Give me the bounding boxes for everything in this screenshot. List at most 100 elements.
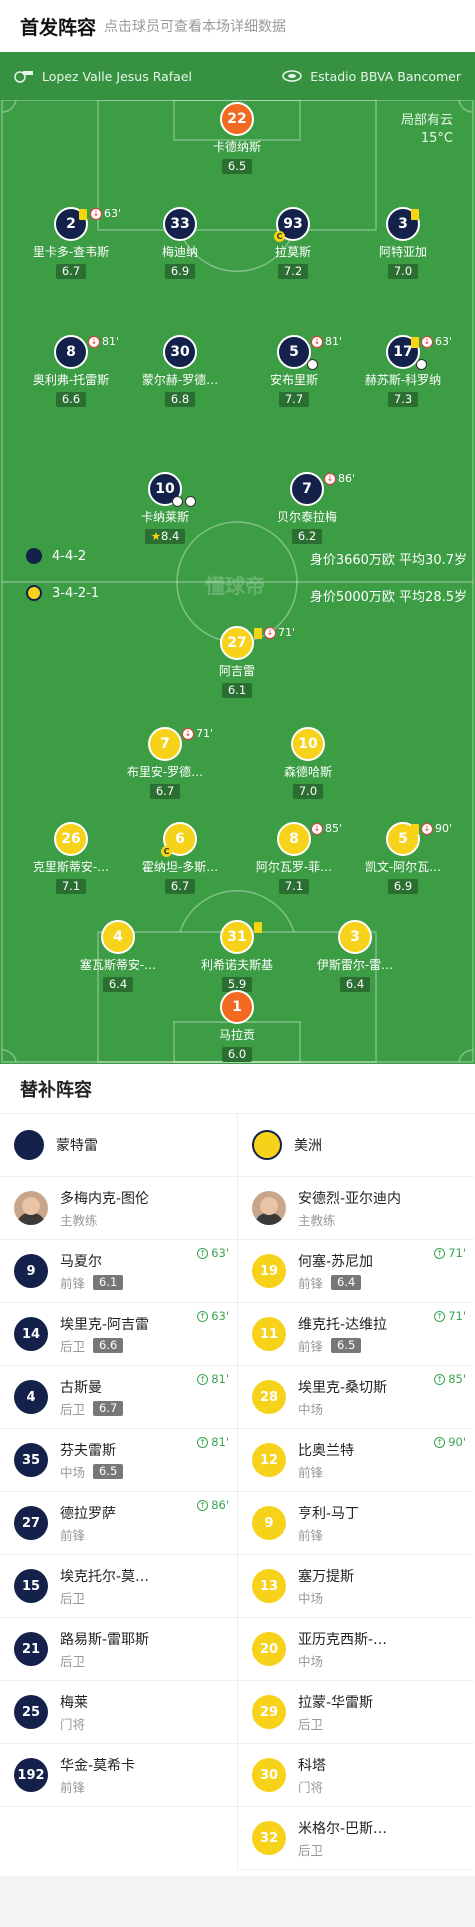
- sub-player-row[interactable]: 14 埃里克-阿吉雷 后卫 6.6 ↑ 63': [0, 1303, 237, 1366]
- away-team-row[interactable]: 美洲: [238, 1114, 474, 1177]
- sub-in-icon: ↑: [434, 1247, 446, 1259]
- lineup-subtitle: 点击球员可查看本场详细数据: [104, 19, 287, 35]
- away-player-4[interactable]: 4 塞瓦斯蒂安-… 6.4: [63, 920, 173, 992]
- player-number: 22: [220, 102, 254, 136]
- lineup-header: 首发阵容 点击球员可查看本场详细数据: [0, 0, 475, 52]
- sub-in-minute: 86': [211, 1498, 229, 1512]
- player-name: 克里斯蒂安-…: [32, 860, 110, 874]
- player-name: 埃里克-阿吉雷: [60, 1316, 150, 1333]
- home-player-5[interactable]: 5 ↓ 81' 安布里斯 7.7: [239, 335, 349, 407]
- america-logo-icon: [252, 1130, 282, 1160]
- sub-player-row[interactable]: 32 米格尔-巴斯… 后卫: [238, 1807, 474, 1870]
- pitch: Lopez Valle Jesus Rafael Estadio BBVA Ba…: [0, 52, 475, 1064]
- player-name: 梅迪纳: [161, 245, 198, 259]
- sub-player-row[interactable]: 25 梅莱 门将: [0, 1681, 237, 1744]
- player-number: 27: [220, 626, 254, 660]
- home-formation-text: 4-4-2: [52, 548, 87, 564]
- sub-player-row[interactable]: 30 科塔 门将: [238, 1744, 474, 1807]
- sub-player-row[interactable]: 35 芬夫雷斯 中场 6.5 ↑ 81': [0, 1429, 237, 1492]
- home-player-22[interactable]: 22 卡德纳斯 6.5: [182, 102, 292, 174]
- player-number: 12: [252, 1443, 286, 1477]
- sub-player-row[interactable]: 21 路易斯-雷耶斯 后卫: [0, 1618, 237, 1681]
- player-rating: 6.7: [164, 879, 196, 894]
- home-team-row[interactable]: 蒙特雷: [0, 1114, 237, 1177]
- home-player-10[interactable]: 10 卡纳莱斯 ★8.4: [110, 472, 220, 544]
- player-name: 森德哈斯: [283, 765, 332, 779]
- away-player-10[interactable]: 10 森德哈斯 7.0: [253, 727, 363, 799]
- away-player-3[interactable]: 3 伊斯雷尔-雷… 6.4: [300, 920, 410, 992]
- player-number: 9: [14, 1254, 48, 1288]
- away-player-26[interactable]: 26 克里斯蒂安-… 7.1: [16, 822, 126, 894]
- sub-player-row[interactable]: 4 古斯曼 后卫 6.7 ↑ 81': [0, 1366, 237, 1429]
- player-number: 28: [252, 1380, 286, 1414]
- sub-player-row[interactable]: 192 华金-莫希卡 前锋: [0, 1744, 237, 1807]
- player-position: 中场: [60, 1464, 86, 1480]
- player-number: 11: [252, 1317, 286, 1351]
- sub-player-row[interactable]: 27 德拉罗萨 前锋 ↑ 86': [0, 1492, 237, 1555]
- sub-in-minute: 90': [448, 1435, 466, 1449]
- player-name: 赫苏斯-科罗纳: [364, 373, 442, 387]
- sub-player-row[interactable]: 28 埃里克-桑切斯 中场 ↑ 85': [238, 1366, 474, 1429]
- home-player-30[interactable]: 30 蒙尔赫-罗德… 6.8: [125, 335, 235, 407]
- yellow-card-icon: [254, 922, 262, 933]
- sub-in-icon: ↑: [197, 1310, 209, 1322]
- home-player-17[interactable]: 17 ↓ 63' 赫苏斯-科罗纳 7.3: [348, 335, 458, 407]
- away-player-27[interactable]: 27 ↓ 71' 阿吉雷 6.1: [182, 626, 295, 698]
- home-coach[interactable]: 多梅内克-图伦 主教练: [0, 1177, 237, 1240]
- player-position: 门将: [60, 1716, 86, 1732]
- player-position: 后卫: [60, 1401, 86, 1417]
- away-player-6[interactable]: 6 C 霍纳坦-多斯… 6.7: [125, 822, 235, 894]
- player-number: 1: [220, 990, 254, 1024]
- player-position: 前锋: [60, 1275, 86, 1291]
- home-player-93[interactable]: 93 C 拉莫斯 7.2: [238, 207, 348, 279]
- sub-minute: 81': [325, 335, 343, 348]
- player-name: 埃里克-桑切斯: [298, 1379, 388, 1396]
- yellow-card-icon: [411, 337, 419, 348]
- player-name: 马拉贡: [218, 1028, 255, 1042]
- player-number: 3: [338, 920, 372, 954]
- sub-player-row[interactable]: 15 埃克托尔-莫… 后卫: [0, 1555, 237, 1618]
- sub-player-row[interactable]: 12 比奥兰特 前锋 ↑ 90': [238, 1429, 474, 1492]
- home-team-name: 蒙特雷: [56, 1138, 98, 1154]
- player-name: 安布里斯: [269, 373, 318, 387]
- home-player-33[interactable]: 33 梅迪纳 6.9: [125, 207, 235, 279]
- player-name: 科塔: [298, 1757, 326, 1774]
- sub-player-row[interactable]: 29 拉蒙-华雷斯 后卫: [238, 1681, 474, 1744]
- away-team-name: 美洲: [294, 1138, 322, 1154]
- coach-role: 主教练: [298, 1212, 336, 1228]
- player-position: 前锋: [60, 1779, 86, 1795]
- sub-minute: 63': [435, 335, 453, 348]
- home-player-8[interactable]: 8 ↓ 81' 奥利弗-托雷斯 6.6: [16, 335, 126, 407]
- away-player-5[interactable]: 5 ↓ 90' 凯文-阿尔瓦… 6.9: [348, 822, 458, 894]
- sub-out-icon: ↓: [421, 336, 433, 348]
- away-player-7[interactable]: 7 ↓ 71' 布里安-罗德… 6.7: [110, 727, 220, 799]
- home-player-3[interactable]: 3 阿特亚加 7.0: [348, 207, 458, 279]
- home-player-7[interactable]: 7 ↓ 86' 贝尔泰拉梅 6.2: [252, 472, 362, 544]
- home-player-2[interactable]: 2 ↓ 63' 里卡多-查韦斯 6.7: [16, 207, 126, 279]
- player-number: 21: [14, 1632, 48, 1666]
- goal-ball-icon: [307, 359, 318, 370]
- sub-player-row[interactable]: 11 维克托-达维拉 前锋 6.5 ↑ 71': [238, 1303, 474, 1366]
- player-name: 塞瓦斯蒂安-…: [79, 958, 157, 972]
- sub-player-row[interactable]: 19 何塞-苏尼加 前锋 6.4 ↑ 71': [238, 1240, 474, 1303]
- sub-player-row[interactable]: 13 塞万提斯 中场: [238, 1555, 474, 1618]
- sub-player-row[interactable]: 9 马夏尔 前锋 6.1 ↑ 63': [0, 1240, 237, 1303]
- away-player-31[interactable]: 31 利希诺夫斯基 5.9: [182, 920, 292, 992]
- sub-player-row[interactable]: 20 亚历克西斯-… 中场: [238, 1618, 474, 1681]
- player-rating: 6.6: [93, 1337, 124, 1353]
- player-rating: 7.1: [55, 879, 87, 894]
- sub-in-icon: ↑: [197, 1436, 209, 1448]
- sub-player-row[interactable]: 9 亨利-马丁 前锋: [238, 1492, 474, 1555]
- away-coach[interactable]: 安德烈-亚尔迪内 主教练: [238, 1177, 474, 1240]
- away-player-1[interactable]: 1 马拉贡 6.0: [182, 990, 292, 1062]
- away-player-8[interactable]: 8 ↓ 85' 阿尔瓦罗-菲… 7.1: [239, 822, 349, 894]
- player-position: 后卫: [298, 1716, 324, 1732]
- player-number: 31: [220, 920, 254, 954]
- player-name: 马夏尔: [60, 1253, 102, 1270]
- watermark: 懂球帝: [205, 574, 265, 598]
- player-number: 33: [163, 207, 197, 241]
- sub-in-minute: 81': [211, 1435, 229, 1449]
- sub-in-minute: 85': [448, 1372, 466, 1386]
- player-number: 7: [290, 472, 324, 506]
- sub-in-info: ↑ 85': [434, 1372, 466, 1386]
